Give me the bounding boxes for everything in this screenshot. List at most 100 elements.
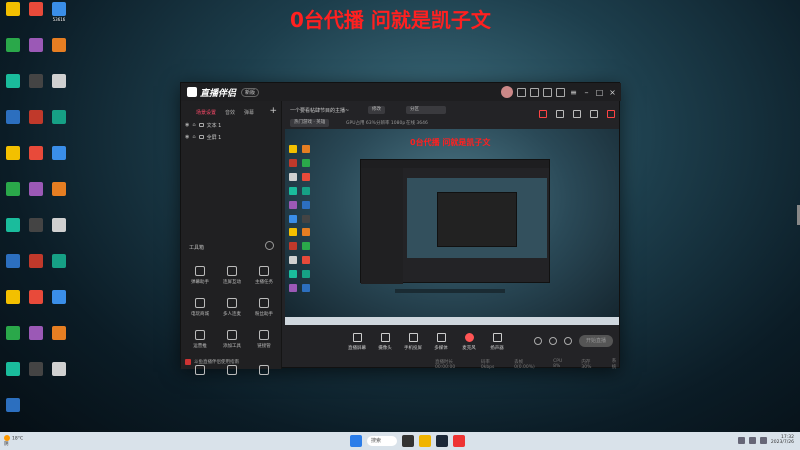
close-icon[interactable]: ×: [608, 88, 617, 97]
desktop-shortcut[interactable]: [2, 218, 24, 242]
tool-item[interactable]: 主播任务: [248, 261, 280, 289]
desktop-shortcut[interactable]: [48, 362, 70, 386]
desktop-shortcut[interactable]: [48, 74, 70, 98]
desktop-shortcut[interactable]: [2, 146, 24, 170]
desktop-shortcut[interactable]: [25, 146, 47, 170]
media-button[interactable]: 多媒体: [427, 333, 455, 351]
record-icon[interactable]: [539, 110, 547, 118]
eye-icon[interactable]: ◉: [185, 122, 189, 128]
tool-item[interactable]: [248, 357, 280, 385]
gift-icon[interactable]: [543, 87, 552, 97]
tool-item[interactable]: 运营推: [184, 325, 216, 353]
desktop-shortcut[interactable]: [48, 146, 70, 170]
desktop-shortcut[interactable]: [48, 182, 70, 206]
desktop-shortcut[interactable]: [25, 290, 47, 314]
desktop-shortcut[interactable]: [2, 182, 24, 206]
desktop-shortcut[interactable]: [2, 38, 24, 62]
desktop-shortcut[interactable]: [48, 218, 70, 242]
version-badge[interactable]: 新版: [241, 87, 260, 97]
tool-item[interactable]: 多人连麦: [216, 293, 248, 321]
desktop-shortcut[interactable]: 53616: [48, 2, 70, 26]
desktop-shortcut[interactable]: [48, 38, 70, 62]
tool-item[interactable]: 添加工具: [216, 325, 248, 353]
desktop-shortcut[interactable]: [2, 110, 24, 134]
desktop-shortcut[interactable]: [25, 254, 47, 278]
app-shortcut-icon: [52, 146, 66, 160]
speaker-button[interactable]: 扬声器: [483, 333, 511, 351]
desktop-shortcut[interactable]: [2, 362, 24, 386]
desktop-shortcut[interactable]: [25, 362, 47, 386]
category-field[interactable]: 分区: [406, 106, 446, 114]
desktop-shortcut[interactable]: [48, 110, 70, 134]
menu-icon[interactable]: ≡: [569, 88, 578, 97]
tool-item[interactable]: 粉丝助手: [248, 293, 280, 321]
tool-item[interactable]: 链接管: [248, 325, 280, 353]
tab-danmaku[interactable]: 弹幕: [244, 109, 254, 119]
mail-icon[interactable]: [517, 87, 526, 97]
desktop-shortcut[interactable]: [2, 326, 24, 350]
desktop-shortcut[interactable]: [25, 326, 47, 350]
source-item[interactable]: ◉ ⌂ 文本 1: [181, 119, 281, 131]
search-box[interactable]: 搜索: [367, 436, 397, 446]
minimize-icon[interactable]: –: [582, 88, 591, 97]
tool-item[interactable]: 连屏互动: [216, 261, 248, 289]
clock[interactable]: 17:32 2023/7/26: [771, 435, 794, 445]
microphone-button[interactable]: 麦克风: [455, 333, 483, 351]
desktop-shortcut[interactable]: [25, 74, 47, 98]
more-tools-icon[interactable]: [265, 241, 274, 250]
windows-taskbar: 18°C 阴 搜索 17:32 2023/7/26: [0, 432, 800, 450]
desktop-shortcut[interactable]: [48, 254, 70, 278]
desktop-shortcut[interactable]: [25, 182, 47, 206]
steam-icon[interactable]: [436, 435, 448, 447]
camera-button[interactable]: 摄像头: [371, 333, 399, 351]
layout-icon[interactable]: [556, 110, 564, 118]
start-live-button[interactable]: 开始直播: [579, 335, 613, 347]
record-video-icon[interactable]: [534, 337, 542, 345]
desktop-shortcut[interactable]: [48, 326, 70, 350]
lock-icon[interactable]: ⌂: [192, 122, 195, 128]
desktop-shortcut[interactable]: [2, 254, 24, 278]
category-tag[interactable]: 热门游戏 · 英雄: [290, 119, 330, 127]
app-shortcut-icon: [29, 38, 43, 52]
streaming-app-icon[interactable]: [453, 435, 465, 447]
desktop-shortcut[interactable]: [2, 2, 24, 26]
file-explorer-icon[interactable]: [419, 435, 431, 447]
tool-item[interactable]: 电玩商城: [184, 293, 216, 321]
bell-icon[interactable]: [590, 110, 598, 118]
avatar[interactable]: [501, 86, 513, 98]
task-view-icon[interactable]: [402, 435, 414, 447]
guide-link[interactable]: 斗鱼直播伴侣使用指南: [185, 359, 239, 365]
eye-icon[interactable]: ◉: [185, 134, 189, 140]
desktop-shortcut[interactable]: [25, 2, 47, 26]
desktop-shortcut[interactable]: [48, 290, 70, 314]
message-icon[interactable]: [530, 87, 539, 97]
tab-scene[interactable]: 场景设置: [196, 109, 216, 119]
battery-icon[interactable]: [759, 436, 767, 444]
screenshot-icon[interactable]: [573, 110, 581, 118]
source-item[interactable]: ◉ ⌂ 全屏 1: [181, 131, 281, 143]
lock-icon[interactable]: ⌂: [192, 134, 195, 140]
desktop-shortcut[interactable]: [25, 110, 47, 134]
main-area: 一个要看帖肆节目的主播~ 修改 分区 热门游戏 · 英雄 GPU占用 63% 分…: [283, 101, 621, 370]
settings-icon[interactable]: [556, 87, 565, 97]
desktop-shortcut[interactable]: [2, 74, 24, 98]
network-icon[interactable]: [737, 436, 745, 444]
volume-icon[interactable]: [748, 436, 756, 444]
phone-cast-button[interactable]: 手机投屏: [399, 333, 427, 351]
desktop-shortcut[interactable]: [25, 38, 47, 62]
desktop-shortcut[interactable]: [2, 398, 24, 422]
weather-widget[interactable]: 18°C 阴: [4, 435, 23, 447]
tab-audio[interactable]: 音效: [225, 109, 235, 119]
tool-item[interactable]: 弹幕助手: [184, 261, 216, 289]
add-source-icon[interactable]: +: [269, 106, 277, 116]
visibility-icon[interactable]: [549, 337, 557, 345]
edit-title-button[interactable]: 修改: [368, 106, 385, 114]
screen-capture-button[interactable]: 直播屏幕: [343, 333, 371, 351]
desktop-shortcut[interactable]: [25, 218, 47, 242]
share-icon[interactable]: [607, 110, 615, 118]
desktop-shortcut[interactable]: [2, 290, 24, 314]
stream-preview[interactable]: 0台代播 问就是凯子文: [285, 129, 619, 325]
start-icon[interactable]: [350, 435, 362, 447]
gear-icon[interactable]: [564, 337, 572, 345]
maximize-icon[interactable]: □: [595, 88, 604, 97]
